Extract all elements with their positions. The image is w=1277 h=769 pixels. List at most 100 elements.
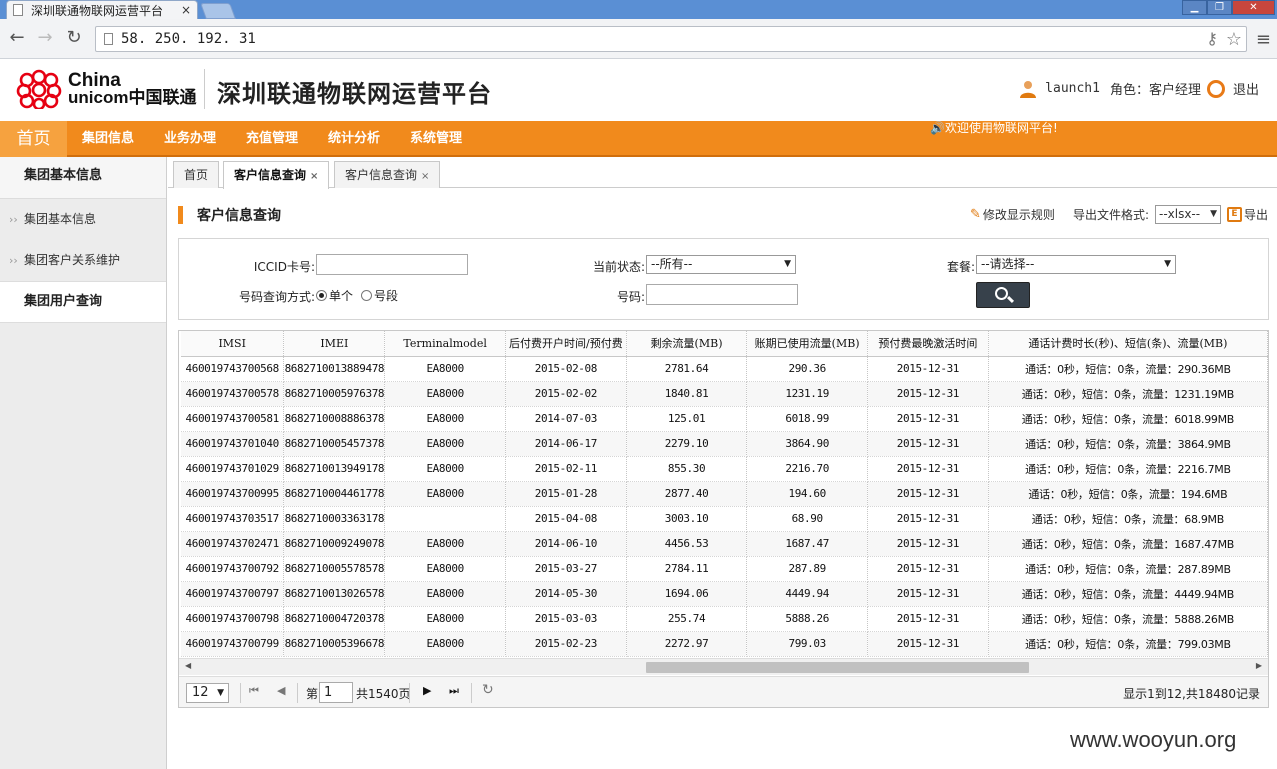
address-bar[interactable]: 58. 250. 192. 31 ⚷ ☆ [95, 26, 1247, 52]
cell-imsi: 460019743700797 [181, 581, 285, 607]
cell-latest-activation: 2015-12-31 [867, 556, 989, 582]
table-row[interactable]: 460019743700995 8682710004461778 EA8000 201… [181, 481, 1268, 507]
package-value: --请选择-- [981, 257, 1035, 271]
chevron-down-icon: ▼ [784, 259, 791, 269]
first-page-icon[interactable]: ⏮ [249, 684, 259, 698]
col-latest-activation[interactable]: 预付费最晚激活时间 [867, 331, 989, 357]
nav-statistics[interactable]: 统计分析 [328, 121, 380, 157]
browser-menu-icon[interactable]: ≡ [1256, 29, 1271, 50]
cell-latest-activation: 2015-12-31 [867, 406, 989, 432]
cell-latest-activation: 2015-12-31 [867, 381, 989, 407]
forward-arrow-icon[interactable]: → [34, 27, 56, 49]
tab-customer-query[interactable]: 客户信息查询 × [334, 161, 441, 188]
sidebar-header[interactable]: 集团基本信息 [0, 157, 166, 199]
next-page-icon[interactable]: ▶ [423, 684, 431, 697]
reload-icon[interactable]: ↻ [63, 27, 85, 49]
table-row[interactable]: 460019743703517 8682710003363178 2015-04-0… [181, 506, 1268, 532]
unicom-logo-text: China unicom中国联通 [68, 70, 196, 106]
last-page-icon[interactable]: ⏭ [449, 684, 459, 698]
iccid-input[interactable] [316, 254, 468, 275]
tab-label: 客户信息查询 [234, 168, 307, 182]
key-icon[interactable]: ⚷ [1206, 29, 1218, 48]
close-icon[interactable]: × [310, 171, 318, 182]
col-terminal-model[interactable]: Terminalmodel [384, 331, 506, 357]
table-row[interactable]: 460019743700568 8682710013889478 EA8000 201… [181, 356, 1268, 382]
logout-icon[interactable] [1206, 79, 1225, 98]
horizontal-scrollbar[interactable]: ◀ ▶ [179, 658, 1268, 675]
close-icon[interactable]: × [421, 171, 429, 182]
page-title-bar: 客户信息查询 ✎ 修改显示规则 导出文件格式: --xlsx-- ▼ E 导出 [178, 200, 1268, 230]
export-format-select[interactable]: --xlsx-- ▼ [1154, 205, 1221, 224]
table-row[interactable]: 460019743701029 8682710013949178 EA8000 201… [181, 456, 1268, 482]
table-row[interactable]: 460019743702471 8682710009249078 EA8000 201… [181, 531, 1268, 557]
search-button[interactable] [976, 282, 1030, 308]
table-row[interactable]: 460019743701040 8682710005457378 EA8000 201… [181, 431, 1268, 457]
radio-single-label: 单个 [329, 289, 354, 303]
cell-remaining-traffic: 2781.64 [626, 356, 748, 382]
cell-terminal-model: EA8000 [384, 556, 506, 582]
nav-business[interactable]: 业务办理 [164, 121, 216, 157]
back-arrow-icon[interactable]: ← [6, 27, 28, 49]
browser-tab[interactable]: 深圳联通物联网运营平台 × [6, 0, 198, 19]
minimize-button[interactable]: ▁ [1182, 0, 1207, 15]
package-select[interactable]: --请选择-- ▼ [976, 255, 1176, 274]
cell-imsi: 460019743701029 [181, 456, 285, 482]
cell-imei: 8682710013889478 [283, 356, 386, 382]
nav-recharge[interactable]: 充值管理 [246, 121, 298, 157]
nav-group-info[interactable]: 集团信息 [82, 121, 134, 157]
radio-range[interactable] [361, 290, 373, 301]
new-tab-button[interactable] [200, 3, 236, 19]
bookmark-star-icon[interactable]: ☆ [1226, 29, 1242, 50]
table-row[interactable]: 460019743700798 8682710004720378 EA8000 201… [181, 606, 1268, 632]
cell-remaining-traffic: 855.30 [626, 456, 748, 482]
prev-page-icon[interactable]: ◀ [277, 684, 285, 697]
col-open-time[interactable]: 后付费开户时间/预付费 [505, 331, 627, 357]
cell-latest-activation: 2015-12-31 [867, 456, 989, 482]
export-icon[interactable]: E [1226, 207, 1242, 222]
cell-imei: 8682710005396678 [283, 631, 386, 657]
number-input[interactable] [646, 284, 798, 305]
col-usage-summary[interactable]: 通话计费时长(秒)、短信(条)、流量(MB) [988, 331, 1268, 357]
scroll-left-icon[interactable]: ◀ [185, 661, 191, 670]
table-row[interactable]: 460019743700578 8682710005976378 EA8000 201… [181, 381, 1268, 407]
page-actions: ✎ 修改显示规则 导出文件格式: --xlsx-- ▼ E 导出 [970, 205, 1268, 224]
sidebar-item-group-basic[interactable]: ›› 集团基本信息 [0, 199, 166, 240]
nav-system[interactable]: 系统管理 [410, 121, 462, 157]
logout-link[interactable]: 退出 [1233, 79, 1259, 98]
close-tab-icon[interactable]: × [181, 3, 191, 17]
col-used-traffic[interactable]: 账期已使用流量(MB) [746, 331, 869, 357]
scrollbar-thumb[interactable] [646, 662, 1029, 673]
table-row[interactable]: 460019743700799 8682710005396678 EA8000 201… [181, 631, 1268, 657]
content-tabs: 首页 客户信息查询 × 客户信息查询 × [168, 157, 1277, 189]
cell-imsi: 460019743703517 [181, 506, 285, 532]
radio-single[interactable] [316, 290, 327, 301]
cell-remaining-traffic: 1840.81 [626, 381, 748, 407]
sidebar-item-user-query[interactable]: 集团用户查询 [0, 281, 166, 323]
table-row[interactable]: 460019743700581 8682710008886378 EA8000 201… [181, 406, 1268, 432]
sidebar-item-customer-relations[interactable]: ›› 集团客户关系维护 [0, 240, 166, 281]
tab-customer-query-active[interactable]: 客户信息查询 × [223, 161, 330, 189]
col-remaining-traffic[interactable]: 剩余流量(MB) [626, 331, 748, 357]
page-number-input[interactable]: 1 [319, 682, 353, 703]
table-row[interactable]: 460019743700792 8682710005578578 EA8000 201… [181, 556, 1268, 582]
export-button[interactable]: 导出 [1244, 206, 1268, 223]
marquee-text: 欢迎使用物联网平台! [944, 121, 1058, 135]
scroll-right-icon[interactable]: ▶ [1256, 661, 1262, 670]
cell-imsi: 460019743700995 [181, 481, 285, 507]
nav-home[interactable]: 首页 [0, 121, 67, 157]
edit-display-rule-link[interactable]: 修改显示规则 [983, 206, 1055, 223]
logo-china: China [68, 70, 121, 91]
chevron-down-icon: ▼ [217, 688, 224, 698]
cell-latest-activation: 2015-12-31 [867, 481, 989, 507]
tab-home[interactable]: 首页 [173, 161, 220, 188]
table-row[interactable]: 460019743700797 8682710013026578 EA8000 201… [181, 581, 1268, 607]
col-imsi[interactable]: IMSI [181, 331, 285, 357]
cell-usage-summary: 通话：0秒，短信：0条，流量：799.03MB [988, 631, 1268, 657]
cell-terminal-model: EA8000 [384, 456, 506, 482]
maximize-button[interactable]: ❐ [1207, 0, 1232, 15]
col-imei[interactable]: IMEI [283, 331, 386, 357]
refresh-icon[interactable]: ↻ [482, 682, 494, 698]
status-select[interactable]: --所有-- ▼ [646, 255, 796, 274]
close-window-button[interactable]: ✕ [1232, 0, 1275, 15]
page-size-select[interactable]: 12 ▼ [186, 683, 229, 703]
